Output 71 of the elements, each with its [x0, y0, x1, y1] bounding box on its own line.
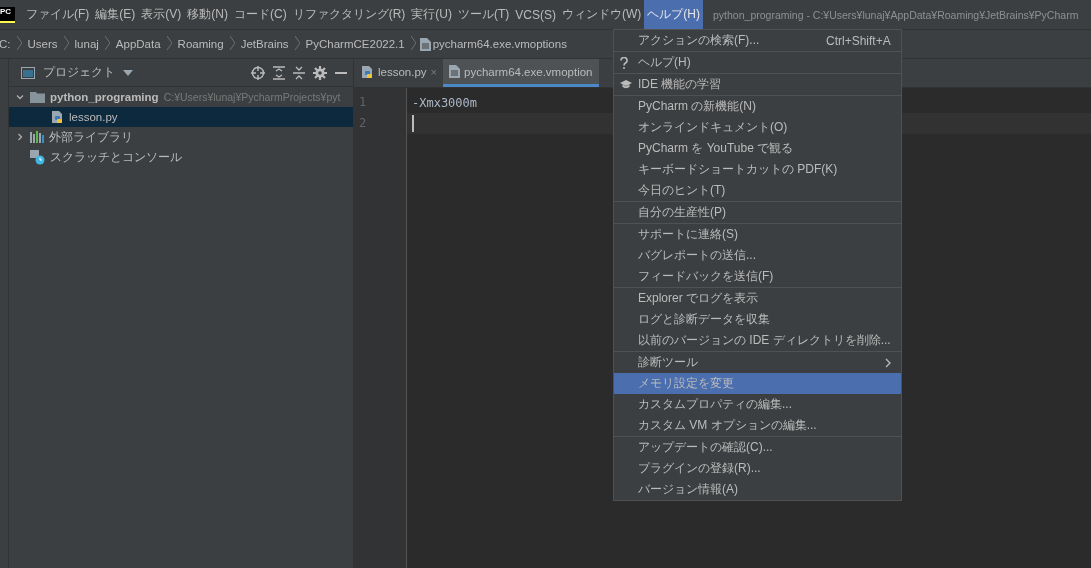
- menu-item[interactable]: VCS(S): [512, 0, 559, 29]
- menu-entry[interactable]: 以前のバージョンの IDE ディレクトリを削除...: [614, 330, 901, 351]
- menu-entry[interactable]: ログと診断データを収集: [614, 309, 901, 330]
- tree-row[interactable]: スクラッチとコンソール: [9, 147, 353, 167]
- menu-entry[interactable]: PyCharm の新機能(N): [614, 96, 901, 117]
- window-icon: [21, 66, 35, 79]
- text-caret: [412, 115, 414, 132]
- menu-item[interactable]: ファイル(F): [23, 0, 93, 29]
- menu-entry[interactable]: フィードバックを送信(F): [614, 266, 901, 287]
- menu-entry[interactable]: アップデートの確認(C)...: [614, 437, 901, 458]
- dropdown-caret-icon[interactable]: [123, 69, 133, 76]
- menu-entry[interactable]: PyCharm を YouTube で観る: [614, 138, 901, 159]
- menu-entry[interactable]: サポートに連絡(S): [614, 224, 901, 245]
- graduation-cap-icon: [620, 80, 632, 89]
- breadcrumb[interactable]: JetBrains: [238, 38, 291, 50]
- panel-title: プロジェクト: [43, 65, 115, 80]
- breadcrumb[interactable]: PyCharmCE2022.1: [303, 38, 407, 50]
- menu-item[interactable]: ウィンドウ(W): [559, 0, 645, 29]
- minimize-icon[interactable]: [335, 71, 347, 74]
- menu-item[interactable]: 編集(E): [92, 0, 139, 29]
- help-icon: [620, 56, 628, 69]
- menu-entry[interactable]: 自分の生産性(P): [614, 202, 901, 223]
- menu-entry[interactable]: カスタムプロパティの編集...: [614, 394, 901, 415]
- chevron-right-icon[interactable]: [15, 132, 25, 142]
- tree-row[interactable]: lesson.py: [9, 107, 353, 127]
- menu-entry[interactable]: キーボードショートカットの PDF(K): [614, 159, 901, 180]
- editor-tab[interactable]: pycharm64.exe.vmoption: [443, 59, 599, 87]
- app-logo: PC: [0, 6, 15, 23]
- code-line: -Xmx3000m: [412, 95, 478, 110]
- folder-icon: [30, 91, 45, 103]
- breadcrumb[interactable]: C:: [0, 38, 13, 50]
- library-icon: [30, 131, 44, 143]
- chevron-down-icon[interactable]: [15, 92, 25, 102]
- locate-icon[interactable]: [251, 65, 265, 80]
- expand-all-icon[interactable]: [273, 65, 285, 80]
- breadcrumb[interactable]: Roaming: [175, 38, 226, 50]
- menu-item[interactable]: 移動(N): [184, 0, 231, 29]
- menu-entry[interactable]: 診断ツール: [614, 352, 901, 373]
- breadcrumb[interactable]: Users: [25, 38, 60, 50]
- editor-tab[interactable]: lesson.py ×: [354, 59, 444, 87]
- menu-item[interactable]: 実行(U): [408, 0, 455, 29]
- tree-row[interactable]: 外部ライブラリ: [9, 127, 353, 147]
- python-file-icon: [50, 110, 64, 124]
- project-path: C:¥Users¥lunaj¥PycharmProjects¥pyt: [163, 91, 341, 103]
- menu-item[interactable]: リファクタリング(R): [289, 0, 409, 29]
- menu-entry[interactable]: ヘルプ(H): [614, 52, 901, 73]
- menu-item[interactable]: 表示(V): [138, 0, 185, 29]
- menu-entry[interactable]: プラグインの登録(R)...: [614, 458, 901, 479]
- breadcrumb[interactable]: AppData: [113, 38, 163, 50]
- file-icon: [449, 65, 461, 78]
- menu-entry[interactable]: 今日のヒント(T): [614, 180, 901, 201]
- menu-item[interactable]: コード(C): [231, 0, 290, 29]
- menu-entry[interactable]: バグレポートの送信...: [614, 245, 901, 266]
- collapse-all-icon[interactable]: [293, 65, 305, 80]
- breadcrumb[interactable]: lunaj: [72, 38, 101, 50]
- menu-entry[interactable]: IDE 機能の学習: [614, 74, 901, 95]
- breadcrumb[interactable]: pycharm64.exe.vmoptions: [430, 38, 569, 50]
- settings-icon[interactable]: [313, 65, 327, 80]
- python-file-icon: [360, 64, 374, 79]
- window-title: python_programing - C:¥Users¥lunaj¥AppData¥Roaming¥JetBrains¥PyCharm: [713, 8, 1079, 21]
- shortcut-label: Ctrl+Shift+A: [826, 33, 891, 48]
- menu-entry[interactable]: カスタム VM オプションの編集...: [614, 415, 901, 436]
- menu-item[interactable]: ツール(T): [455, 0, 513, 29]
- menu-item[interactable]: ヘルプ(H): [644, 0, 703, 29]
- menu-entry[interactable]: オンラインドキュメント(O): [614, 117, 901, 138]
- menu-entry[interactable]: バージョン情報(A): [614, 479, 901, 500]
- file-icon: [419, 37, 431, 51]
- tree-row[interactable]: python_programing C:¥Users¥lunaj¥PycharmProjects¥pyt: [9, 87, 353, 107]
- menu-entry[interactable]: アクションの検索(F)... Ctrl+Shift+A: [614, 30, 901, 51]
- scratch-console-icon: [30, 149, 45, 165]
- menu-entry[interactable]: Explorer でログを表示: [614, 288, 901, 309]
